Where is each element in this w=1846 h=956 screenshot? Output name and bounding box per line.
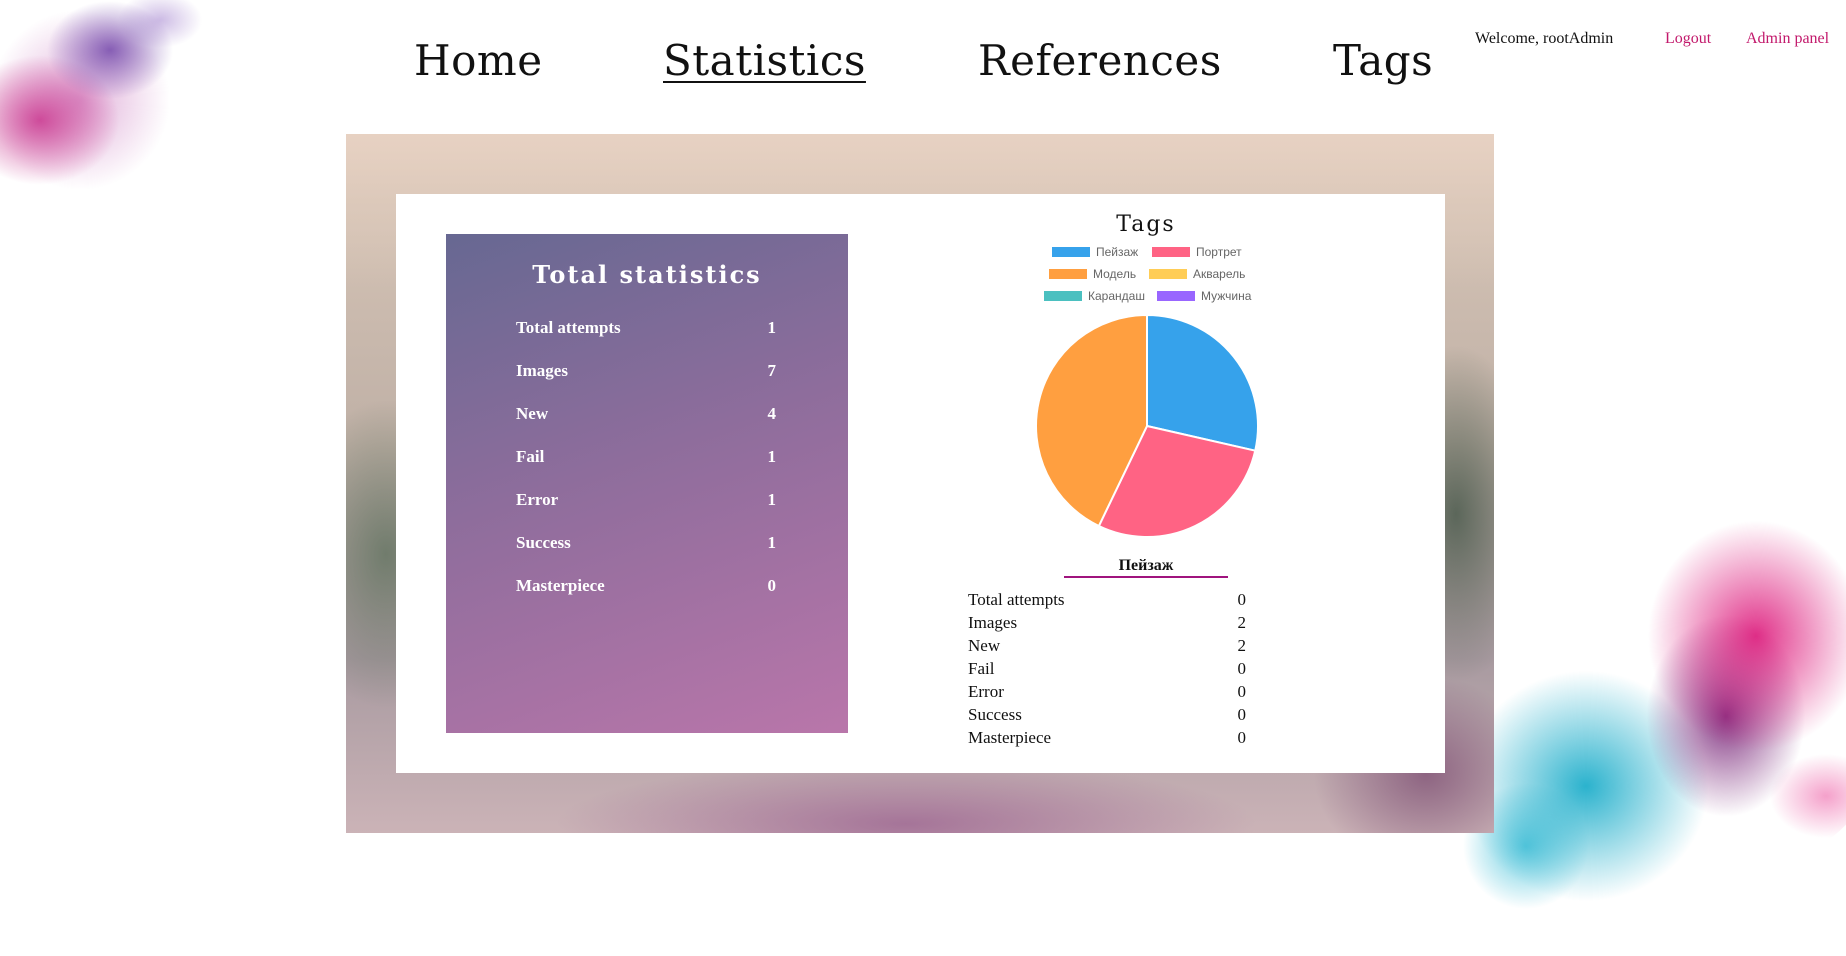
admin-panel-link[interactable]: Admin panel <box>1746 30 1829 48</box>
row-label: Images <box>516 361 568 380</box>
legend-label: Портрет <box>1196 245 1242 259</box>
total-row: Total attempts 1 <box>516 318 776 342</box>
row-label: Fail <box>516 447 545 466</box>
legend-swatch <box>1152 247 1190 257</box>
row-label: Error <box>516 490 559 509</box>
row-value: 1 <box>767 533 777 552</box>
total-statistics-panel: Total statistics Total attempts 1 Images… <box>446 234 848 733</box>
row-value: 0 <box>1237 682 1247 701</box>
total-row: Error 1 <box>516 490 776 514</box>
row-value: 1 <box>767 447 777 466</box>
legend-swatch <box>1044 291 1082 301</box>
row-value: 2 <box>1237 613 1247 632</box>
legend-swatch <box>1052 247 1090 257</box>
row-label: Success <box>516 533 571 552</box>
nav-references[interactable]: References <box>978 36 1222 85</box>
row-value: 2 <box>1237 636 1247 655</box>
tag-stat-row: New 2 <box>968 636 1246 658</box>
row-label: New <box>516 404 549 423</box>
row-label: Total attempts <box>516 318 621 337</box>
row-value: 0 <box>1237 728 1247 747</box>
legend-swatch <box>1157 291 1195 301</box>
row-label: Error <box>968 682 1004 701</box>
tag-stat-row: Error 0 <box>968 682 1246 704</box>
row-value: 0 <box>767 576 777 595</box>
legend-swatch <box>1049 269 1087 279</box>
legend-swatch <box>1149 269 1187 279</box>
tag-stat-row: Success 0 <box>968 705 1246 727</box>
total-row: Fail 1 <box>516 447 776 471</box>
nav-home[interactable]: Home <box>414 36 543 85</box>
selected-tag-name: Пейзаж <box>1064 557 1228 578</box>
row-value: 7 <box>767 361 777 380</box>
legend-label: Пейзаж <box>1096 245 1139 259</box>
row-value: 0 <box>1237 590 1247 609</box>
tag-stat-row: Fail 0 <box>968 659 1246 681</box>
total-row: Success 1 <box>516 533 776 557</box>
legend-label: Акварель <box>1193 267 1246 281</box>
row-value: 1 <box>767 318 777 337</box>
tags-pie-chart[interactable] <box>1034 313 1260 539</box>
logout-link[interactable]: Logout <box>1665 30 1711 48</box>
row-label: Images <box>968 613 1018 632</box>
row-label: Masterpiece <box>968 728 1052 747</box>
total-row: Images 7 <box>516 361 776 385</box>
row-label: Success <box>968 705 1022 724</box>
row-label: Masterpiece <box>516 576 605 595</box>
legend-label: Мужчина <box>1201 289 1252 303</box>
total-row: New 4 <box>516 404 776 428</box>
total-statistics-title: Total statistics <box>532 260 762 289</box>
welcome-text: Welcome, rootAdmin <box>1475 30 1614 47</box>
tag-stat-row: Total attempts 0 <box>968 590 1246 612</box>
row-value: 1 <box>767 490 777 509</box>
legend-label: Модель <box>1093 267 1137 281</box>
total-row: Masterpiece 0 <box>516 576 776 600</box>
tag-stat-row: Masterpiece 0 <box>968 728 1246 750</box>
legend-label: Карандаш <box>1088 289 1145 303</box>
chart-title: Tags <box>1116 212 1176 237</box>
row-value: 0 <box>1237 659 1247 678</box>
tag-stat-row: Images 2 <box>968 613 1246 635</box>
nav-statistics[interactable]: Statistics <box>663 36 866 85</box>
row-label: Fail <box>968 659 995 678</box>
nav-tags[interactable]: Tags <box>1333 36 1433 85</box>
row-label: Total attempts <box>968 590 1065 609</box>
row-value: 4 <box>767 404 777 423</box>
row-label: New <box>968 636 1001 655</box>
row-value: 0 <box>1237 705 1247 724</box>
